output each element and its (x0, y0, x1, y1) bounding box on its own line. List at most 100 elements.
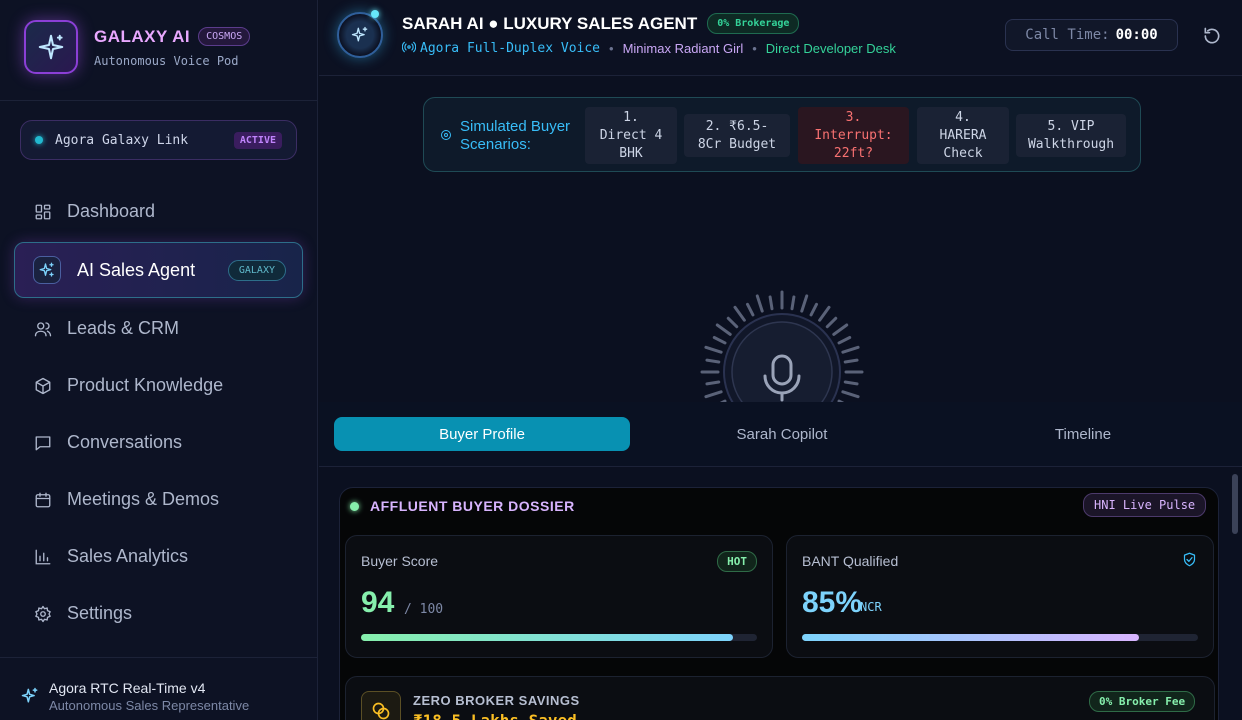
score-progress (361, 634, 757, 641)
sidebar-item-label: Leads & CRM (67, 318, 180, 338)
sidebar-item-label: Meetings & Demos (67, 489, 220, 509)
live-dot-icon (350, 501, 359, 511)
mic-ring (700, 290, 864, 402)
footer-title: Agora RTC Real-Time v4 (49, 680, 206, 696)
sidebar-nav: Dashboard AI Sales Agent GALAXY Leads & … (14, 183, 303, 642)
sidebar-item-sales-analytics[interactable]: Sales Analytics (14, 528, 303, 585)
mic-ring-tick (704, 345, 723, 354)
brand-title: GALAXY AI (94, 26, 191, 46)
mic-ring-tick (843, 358, 859, 364)
mic-ring-tick (704, 390, 723, 399)
scenario-button-2[interactable]: 2. ₹6.5- 8Cr Budget (684, 114, 790, 157)
mic-ring-tick (843, 380, 859, 386)
refresh-icon (1204, 27, 1220, 44)
online-dot-icon (371, 10, 379, 18)
mic-ring-tick (825, 316, 838, 329)
gear-icon (34, 605, 52, 623)
buyer-score-max: / 100 (404, 602, 444, 617)
mic-ring-tick (755, 294, 764, 313)
mic-button[interactable] (700, 290, 864, 402)
call-timer: Call Time: 00:00 (1005, 19, 1178, 51)
scenario-button-3[interactable]: 3. Interrupt: 22ft? (798, 107, 909, 164)
broadcast-icon (401, 40, 417, 57)
bant-region: NCR (860, 600, 882, 614)
mic-ring-tick (809, 302, 819, 317)
mic-ring-tick (841, 345, 860, 354)
scenario-button-4[interactable]: 4. HARERA Check (917, 107, 1009, 164)
sidebar-item-meetings-demos[interactable]: Meetings & Demos (14, 471, 303, 528)
target-icon (440, 128, 452, 146)
grid-icon (34, 203, 52, 221)
mic-ring-tick (841, 390, 860, 399)
mic-ring-tick (745, 302, 755, 317)
scrollbar[interactable] (1230, 474, 1240, 720)
bant-value: 85% (802, 586, 863, 619)
developer-desk: Direct Developer Desk (765, 41, 896, 56)
bant-card: BANT Qualified 85% NCR (786, 535, 1214, 658)
agent-subtitle: Agora Full-Duplex Voice • Minimax Radian… (401, 40, 896, 57)
mic-ring-tick (790, 295, 796, 311)
sparkles-icon (33, 256, 61, 284)
agora-link-status[interactable]: Agora Galaxy Link ACTIVE (20, 120, 297, 160)
broker-savings-card: ZERO BROKER SAVINGS ₹18.5 Lakhs Saved 0%… (345, 676, 1215, 720)
sidebar-item-dashboard[interactable]: Dashboard (14, 183, 303, 240)
brand: GALAXY AI COSMOS Autonomous Voice Pod (24, 20, 251, 74)
buyer-dossier: AFFLUENT BUYER DOSSIER HNI Live Pulse Bu… (339, 487, 1219, 720)
savings-title: ZERO BROKER SAVINGS (413, 693, 580, 708)
sidebar-item-label: AI Sales Agent (77, 259, 196, 280)
sidebar-item-settings[interactable]: Settings (14, 585, 303, 642)
mic-ring-tick (726, 316, 739, 329)
scroll-thumb[interactable] (1232, 474, 1238, 534)
shield-icon (1182, 552, 1197, 572)
buyer-score-value: 94 (361, 586, 395, 619)
scenario-bar: Simulated Buyer Scenarios: 1. Direct 4 BHK… (423, 97, 1141, 172)
footer-subtitle: Autonomous Sales Representative (49, 698, 250, 713)
box-icon (34, 377, 52, 395)
voice-mode: Agora Full-Duplex Voice (420, 41, 601, 56)
sparkles-icon (351, 26, 368, 42)
card-title: Buyer Score (361, 553, 439, 569)
mic-ring-tick (715, 323, 732, 336)
bar-chart-icon (34, 548, 52, 566)
sparkles-icon (20, 686, 40, 711)
agent-header: SARAH AI ● LUXURY SALES AGENT 0% Brokera… (319, 0, 1242, 76)
brand-subtitle: Autonomous Voice Pod (94, 53, 239, 68)
sidebar-item-label: Sales Analytics (67, 546, 189, 566)
sidebar-item-label: Conversations (67, 432, 183, 452)
dossier-title: AFFLUENT BUYER DOSSIER (370, 498, 575, 514)
link-label: Agora Galaxy Link (55, 132, 189, 148)
scenario-label: Simulated Buyer Scenarios: (460, 118, 571, 153)
sidebar-item-leads-crm[interactable]: Leads & CRM (14, 300, 303, 357)
sidebar-footer: Agora RTC Real-Time v4 Autonomous Sales … (0, 657, 318, 720)
tab-timeline[interactable]: Timeline (935, 417, 1231, 451)
users-icon (34, 320, 52, 338)
status-dot-icon (35, 136, 43, 144)
sparkles-logo-icon (24, 20, 78, 74)
tab-bar: Buyer Profile Sarah Copilot Timeline (319, 402, 1242, 467)
brokerage-badge: 0% Brokerage (707, 13, 800, 34)
sidebar-item-conversations[interactable]: Conversations (14, 414, 303, 471)
card-title: BANT Qualified (802, 553, 899, 569)
sidebar: GALAXY AI COSMOS Autonomous Voice Pod Ag… (0, 0, 318, 720)
agent-title: SARAH AI ● LUXURY SALES AGENT (402, 13, 698, 33)
sidebar-divider (0, 100, 318, 101)
brand-badge: COSMOS (198, 27, 251, 46)
mic-ring-tick (832, 323, 849, 336)
status-badge: ACTIVE (233, 131, 282, 149)
broker-fee-badge: 0% Broker Fee (1089, 691, 1196, 712)
tab-sarah-copilot[interactable]: Sarah Copilot (634, 417, 930, 451)
hni-badge: HNI Live Pulse (1083, 493, 1207, 517)
scenario-button-5[interactable]: 5. VIP Walkthrough (1016, 114, 1126, 157)
savings-value: ₹18.5 Lakhs Saved (413, 711, 577, 720)
tab-buyer-profile[interactable]: Buyer Profile (334, 417, 630, 451)
calendar-icon (34, 491, 52, 509)
scenario-button-1[interactable]: 1. Direct 4 BHK (585, 107, 677, 164)
sidebar-item-product-knowledge[interactable]: Product Knowledge (14, 357, 303, 414)
voice-model: Minimax Radiant Girl (622, 41, 744, 56)
bant-progress (802, 634, 1198, 641)
buyer-score-card: Buyer Score HOT 94 / 100 (345, 535, 773, 658)
reset-button[interactable] (1200, 24, 1224, 48)
mic-ring-tick (768, 295, 774, 311)
sidebar-item-ai-sales-agent[interactable]: AI Sales Agent GALAXY (14, 242, 303, 298)
coins-icon (361, 691, 401, 720)
